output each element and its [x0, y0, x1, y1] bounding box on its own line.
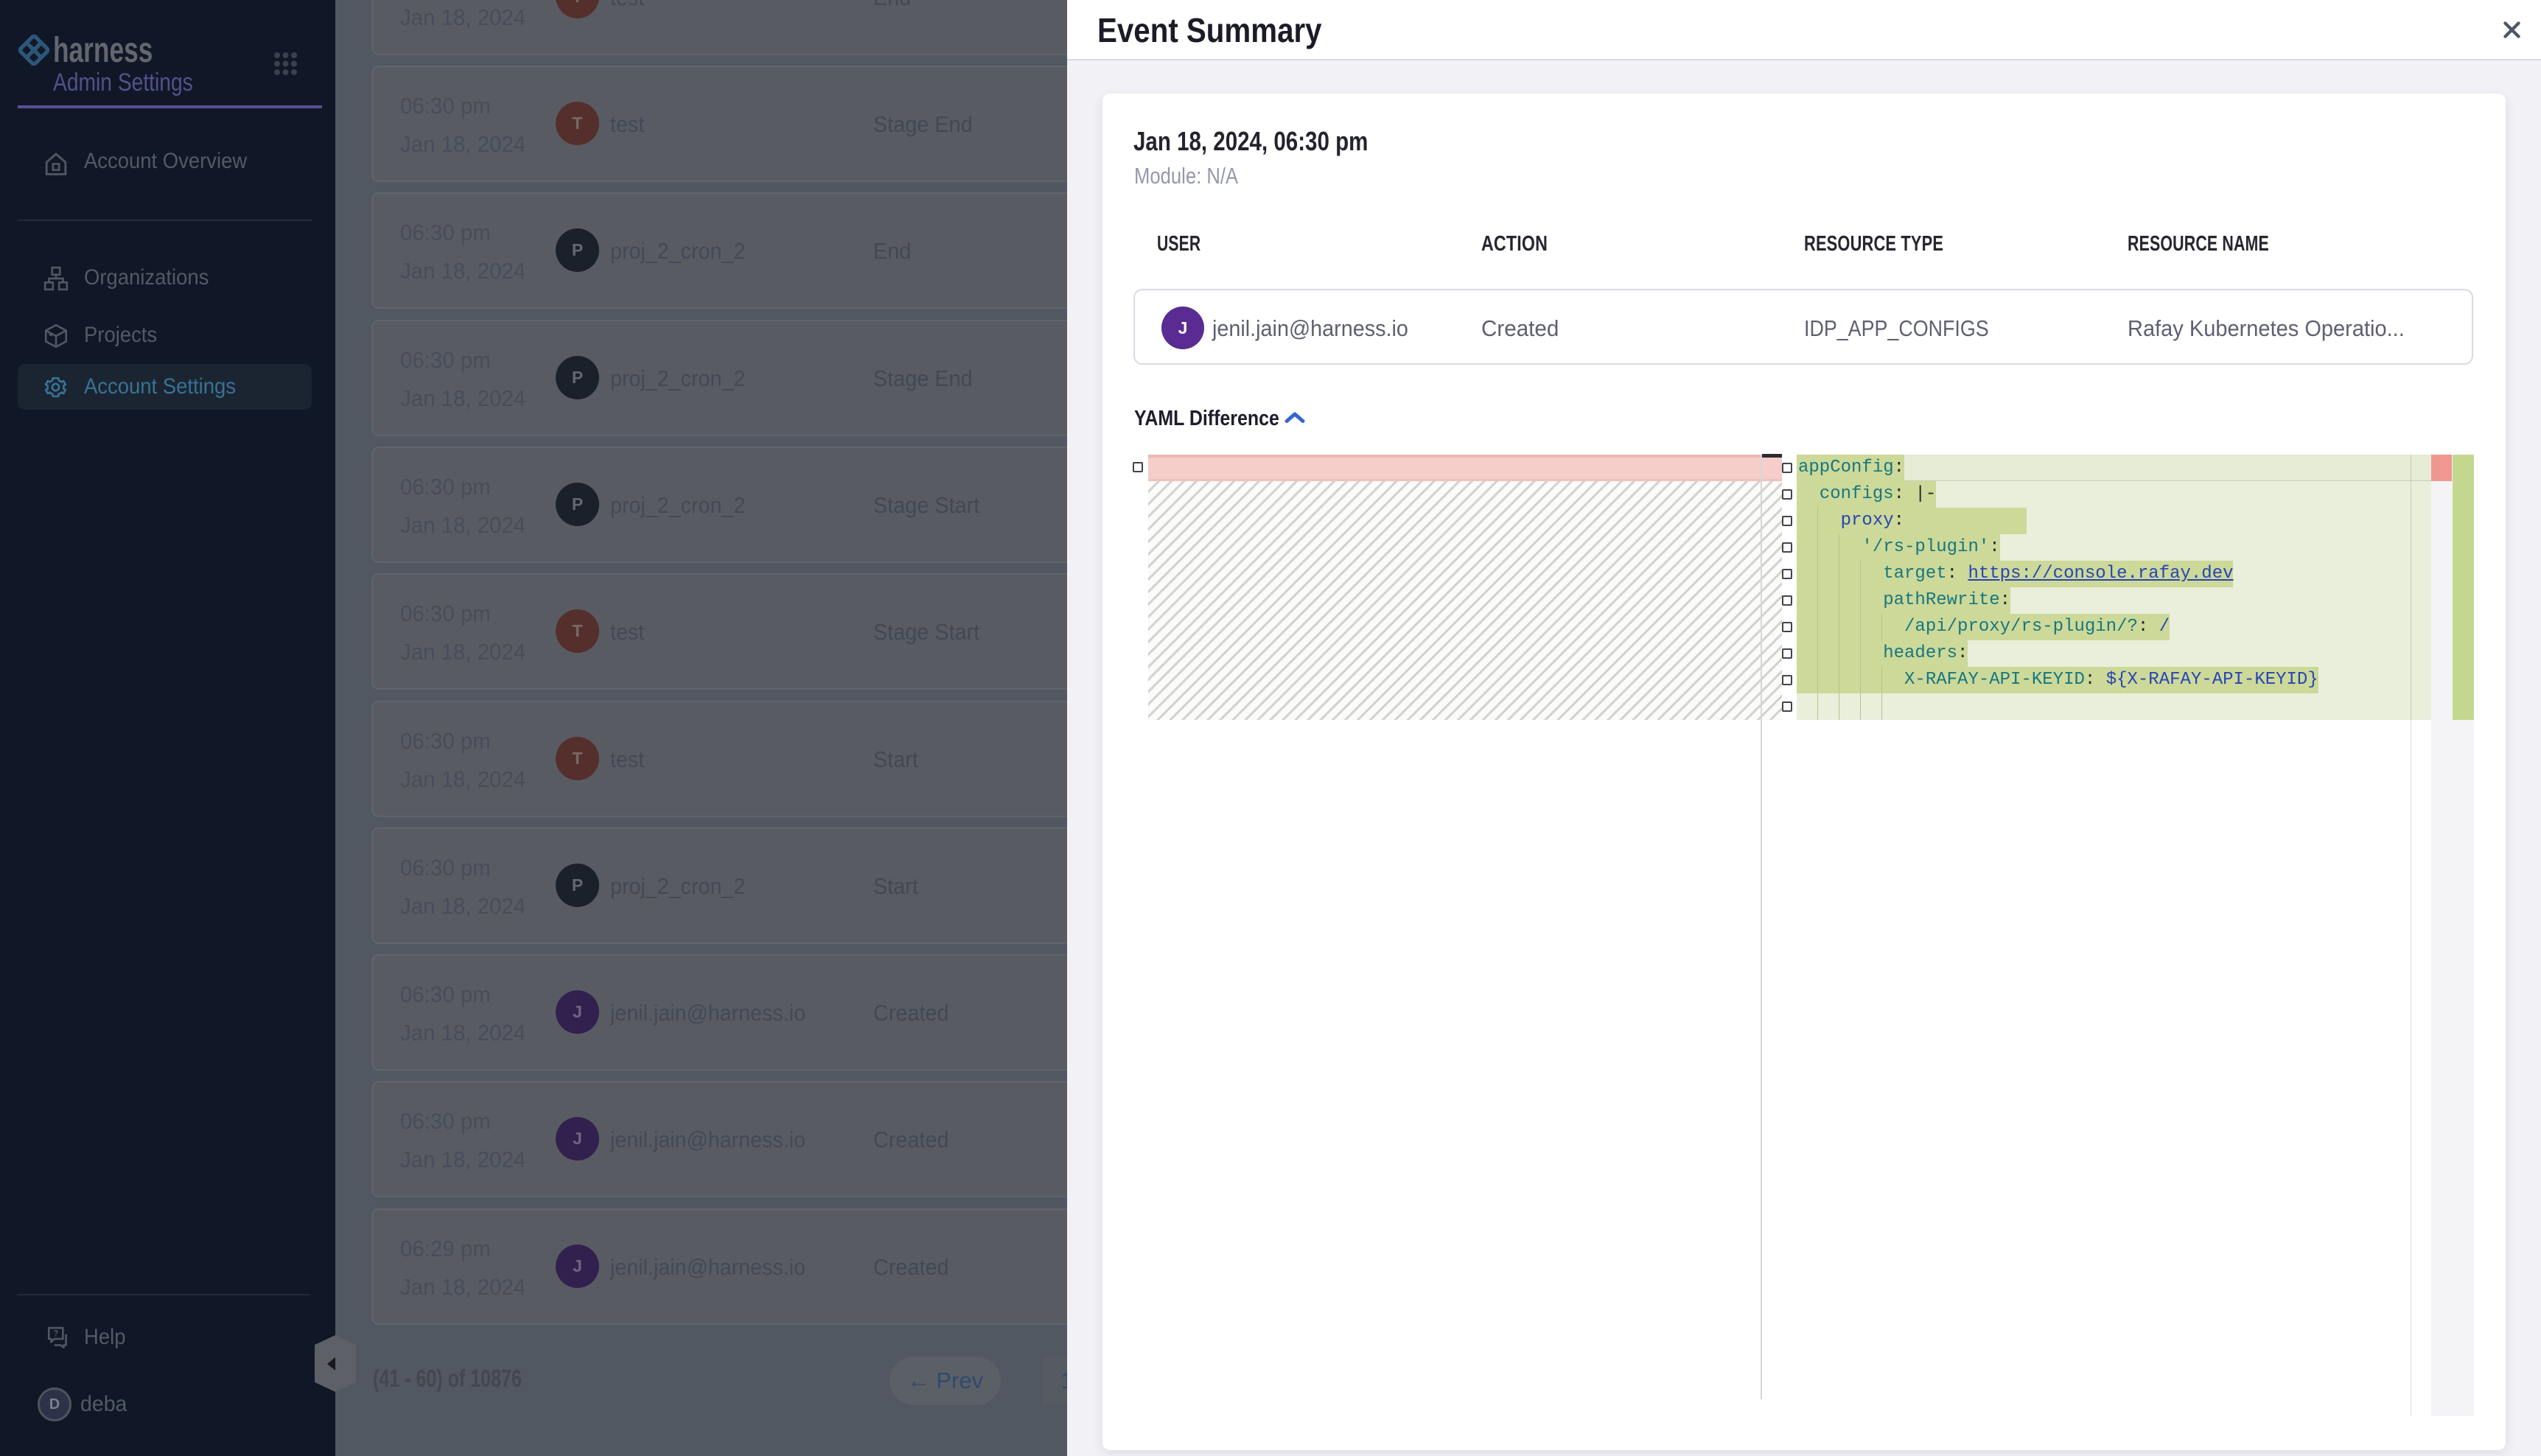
svg-text:?: ? [53, 1329, 58, 1338]
